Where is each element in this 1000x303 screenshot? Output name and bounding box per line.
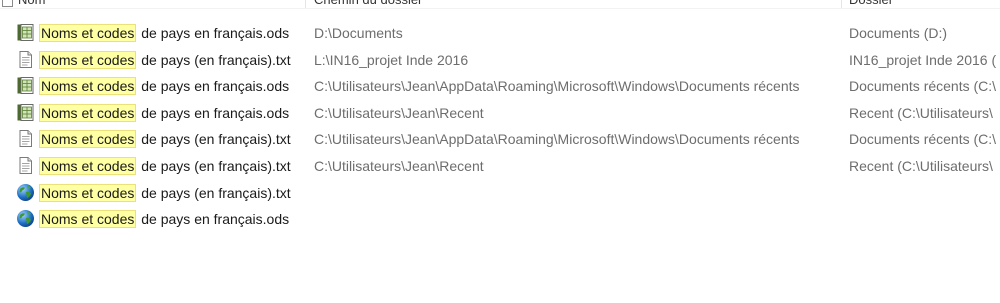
list-item[interactable]: Noms et codes de pays (en français).txt bbox=[0, 180, 1000, 207]
file-name: Noms et codes de pays en français.ods bbox=[39, 103, 290, 122]
column-divider[interactable] bbox=[841, 0, 842, 8]
search-results-list: Noms et codes de pays en français.ods D:… bbox=[0, 20, 1000, 233]
globe-icon bbox=[16, 183, 35, 202]
spreadsheet-icon bbox=[16, 103, 35, 122]
folder-path: D:\Documents bbox=[314, 25, 403, 41]
list-item[interactable]: Noms et codes de pays en français.ods D:… bbox=[0, 20, 1000, 47]
folder-path: C:\Utilisateurs\Jean\Recent bbox=[314, 157, 484, 174]
folder-name: Recent (C:\Utilisateurs\ bbox=[849, 104, 993, 121]
search-match-highlight: Noms et codes bbox=[39, 130, 137, 149]
search-match-highlight: Noms et codes bbox=[39, 210, 137, 229]
search-match-highlight: Noms et codes bbox=[39, 156, 137, 175]
file-name: Noms et codes de pays (en français).txt bbox=[39, 156, 291, 175]
list-item[interactable]: Noms et codes de pays (en français).txt … bbox=[0, 153, 1000, 180]
list-item[interactable]: Noms et codes de pays (en français).txt … bbox=[0, 126, 1000, 153]
text-file-icon bbox=[16, 156, 35, 175]
file-name: Noms et codes de pays en français.ods bbox=[39, 77, 290, 96]
file-name: Noms et codes de pays en français.ods bbox=[39, 24, 290, 42]
folder-name: Documents récents (C:\ bbox=[849, 131, 997, 148]
folder-path: C:\Utilisateurs\Jean\AppData\Roaming\Mic… bbox=[314, 78, 800, 95]
spreadsheet-icon bbox=[16, 23, 35, 42]
column-header: Nom Chemin du dossier Dossier bbox=[0, 0, 1000, 9]
folder-name: Documents récents (C:\ bbox=[849, 78, 997, 95]
search-match-highlight: Noms et codes bbox=[39, 103, 137, 122]
file-name: Noms et codes de pays en français.ods bbox=[39, 210, 290, 229]
select-all-checkbox[interactable] bbox=[2, 0, 13, 7]
globe-icon bbox=[16, 209, 35, 228]
list-item[interactable]: Noms et codes de pays (en français).txt … bbox=[0, 47, 1000, 74]
column-folder-header[interactable]: Dossier bbox=[849, 0, 1000, 8]
file-name: Noms et codes de pays (en français).txt bbox=[39, 50, 291, 69]
folder-path: C:\Utilisateurs\Jean\Recent bbox=[314, 104, 484, 121]
folder-path: C:\Utilisateurs\Jean\AppData\Roaming\Mic… bbox=[314, 131, 800, 148]
search-match-highlight: Noms et codes bbox=[39, 183, 137, 202]
file-name: Noms et codes de pays (en français).txt bbox=[39, 130, 291, 149]
column-path-header[interactable]: Chemin du dossier bbox=[314, 0, 834, 8]
text-file-icon bbox=[16, 129, 35, 148]
column-name-header[interactable]: Nom bbox=[18, 0, 298, 8]
text-file-icon bbox=[16, 50, 35, 69]
list-item[interactable]: Noms et codes de pays en français.ods C:… bbox=[0, 100, 1000, 127]
folder-path: L:\IN16_projet Inde 2016 bbox=[314, 51, 469, 68]
column-divider[interactable] bbox=[305, 0, 306, 8]
spreadsheet-icon bbox=[16, 76, 35, 95]
folder-name: Recent (C:\Utilisateurs\ bbox=[849, 157, 993, 174]
file-name: Noms et codes de pays (en français).txt bbox=[39, 183, 291, 202]
folder-name: Documents (D:) bbox=[849, 25, 948, 41]
search-match-highlight: Noms et codes bbox=[39, 77, 137, 96]
folder-name: IN16_projet Inde 2016 ( bbox=[849, 51, 997, 68]
search-match-highlight: Noms et codes bbox=[39, 50, 137, 69]
search-match-highlight: Noms et codes bbox=[39, 24, 137, 42]
list-item[interactable]: Noms et codes de pays en français.ods bbox=[0, 206, 1000, 233]
list-item[interactable]: Noms et codes de pays en français.ods C:… bbox=[0, 73, 1000, 100]
